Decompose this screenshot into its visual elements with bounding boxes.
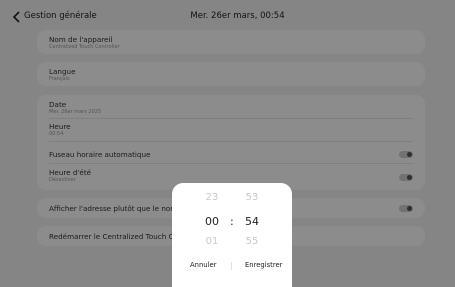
hour-current[interactable]: 00 <box>197 215 227 228</box>
time-picker-dialog: 23 00 01 : 53 54 55 Annuler Enregistrer <box>172 183 292 287</box>
cancel-button[interactable]: Annuler <box>190 261 216 269</box>
save-button[interactable]: Enregistrer <box>245 261 282 269</box>
minute-next[interactable]: 55 <box>237 236 267 247</box>
time-separator: : <box>230 215 234 228</box>
hour-next[interactable]: 01 <box>197 236 227 247</box>
button-divider <box>231 262 232 270</box>
minute-prev[interactable]: 53 <box>237 192 267 203</box>
hour-prev[interactable]: 23 <box>197 192 227 203</box>
minute-current[interactable]: 54 <box>237 215 267 228</box>
